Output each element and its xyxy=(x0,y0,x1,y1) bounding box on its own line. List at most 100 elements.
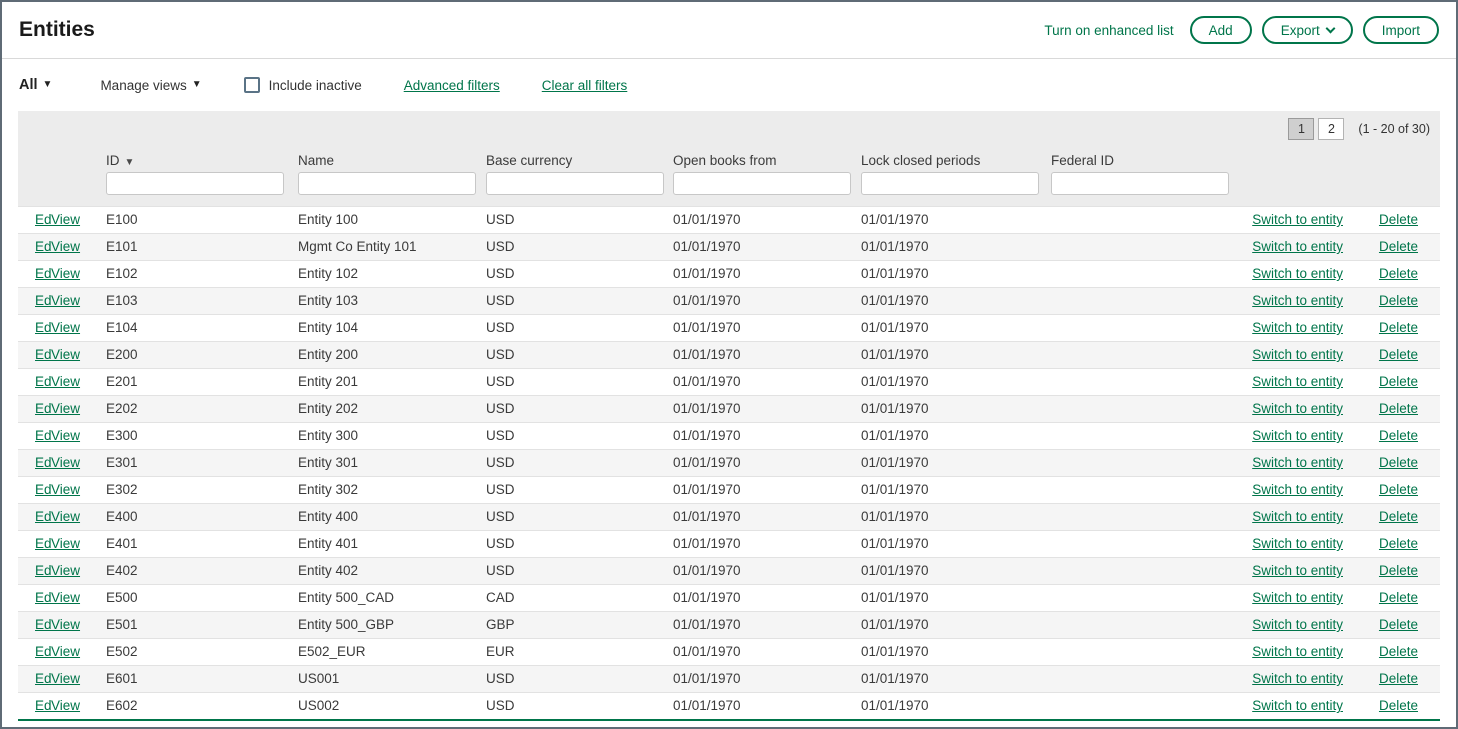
delete-link[interactable]: Delete xyxy=(1379,482,1418,497)
view-link[interactable]: View xyxy=(51,320,80,335)
delete-link[interactable]: Delete xyxy=(1379,644,1418,659)
delete-link[interactable]: Delete xyxy=(1379,671,1418,686)
export-button[interactable]: Export xyxy=(1262,16,1353,44)
clear-all-filters-link[interactable]: Clear all filters xyxy=(542,78,628,93)
view-link[interactable]: View xyxy=(51,644,80,659)
view-link[interactable]: View xyxy=(51,374,80,389)
delete-link[interactable]: Delete xyxy=(1379,698,1418,713)
edit-link[interactable]: Edit xyxy=(35,428,51,443)
edit-link[interactable]: Edit xyxy=(35,401,51,416)
switch-to-entity-link[interactable]: Switch to entity xyxy=(1252,239,1343,254)
page-button-1[interactable]: 1 xyxy=(1288,118,1314,140)
view-link[interactable]: View xyxy=(51,266,80,281)
view-selector-dropdown[interactable]: All ▼ xyxy=(19,77,52,93)
switch-to-entity-link[interactable]: Switch to entity xyxy=(1252,590,1343,605)
edit-link[interactable]: Edit xyxy=(35,239,51,254)
enhanced-list-link[interactable]: Turn on enhanced list xyxy=(1044,23,1173,38)
view-link[interactable]: View xyxy=(51,428,80,443)
manage-views-dropdown[interactable]: Manage views ▼ xyxy=(100,78,201,93)
delete-link[interactable]: Delete xyxy=(1379,509,1418,524)
edit-link[interactable]: Edit xyxy=(35,212,51,227)
delete-link[interactable]: Delete xyxy=(1379,239,1418,254)
delete-link[interactable]: Delete xyxy=(1379,347,1418,362)
column-header-id[interactable]: ID▼ xyxy=(106,146,298,172)
filter-input-id[interactable] xyxy=(106,172,284,195)
delete-link[interactable]: Delete xyxy=(1379,590,1418,605)
switch-to-entity-link[interactable]: Switch to entity xyxy=(1252,293,1343,308)
view-link[interactable]: View xyxy=(51,563,80,578)
page-button-2[interactable]: 2 xyxy=(1318,118,1344,140)
delete-link[interactable]: Delete xyxy=(1379,563,1418,578)
view-link[interactable]: View xyxy=(51,212,80,227)
edit-link[interactable]: Edit xyxy=(35,482,51,497)
edit-link[interactable]: Edit xyxy=(35,671,51,686)
switch-to-entity-link[interactable]: Switch to entity xyxy=(1252,698,1343,713)
switch-to-entity-link[interactable]: Switch to entity xyxy=(1252,536,1343,551)
delete-link[interactable]: Delete xyxy=(1379,293,1418,308)
switch-to-entity-link[interactable]: Switch to entity xyxy=(1252,482,1343,497)
edit-link[interactable]: Edit xyxy=(35,347,51,362)
view-link[interactable]: View xyxy=(51,293,80,308)
switch-to-entity-link[interactable]: Switch to entity xyxy=(1252,428,1343,443)
edit-link[interactable]: Edit xyxy=(35,536,51,551)
edit-link[interactable]: Edit xyxy=(35,266,51,281)
edit-link[interactable]: Edit xyxy=(35,374,51,389)
include-inactive-checkbox[interactable] xyxy=(244,77,260,93)
filter-input-lock-closed-periods[interactable] xyxy=(861,172,1039,195)
edit-link[interactable]: Edit xyxy=(35,455,51,470)
add-button[interactable]: Add xyxy=(1190,16,1252,44)
delete-link[interactable]: Delete xyxy=(1379,536,1418,551)
filter-input-open-books-from[interactable] xyxy=(673,172,851,195)
edit-link[interactable]: Edit xyxy=(35,563,51,578)
delete-link[interactable]: Delete xyxy=(1379,320,1418,335)
view-link[interactable]: View xyxy=(51,401,80,416)
switch-to-entity-link[interactable]: Switch to entity xyxy=(1252,563,1343,578)
switch-to-entity-link[interactable]: Switch to entity xyxy=(1252,455,1343,470)
column-header-name[interactable]: Name xyxy=(298,146,486,172)
view-link[interactable]: View xyxy=(51,698,80,713)
edit-link[interactable]: Edit xyxy=(35,698,51,713)
column-header-open-books-from[interactable]: Open books from xyxy=(673,146,861,172)
edit-link[interactable]: Edit xyxy=(35,509,51,524)
edit-link[interactable]: Edit xyxy=(35,293,51,308)
switch-to-entity-link[interactable]: Switch to entity xyxy=(1252,347,1343,362)
delete-link[interactable]: Delete xyxy=(1379,374,1418,389)
switch-to-entity-link[interactable]: Switch to entity xyxy=(1252,671,1343,686)
switch-to-entity-link[interactable]: Switch to entity xyxy=(1252,509,1343,524)
view-link[interactable]: View xyxy=(51,239,80,254)
edit-link[interactable]: Edit xyxy=(35,590,51,605)
view-link[interactable]: View xyxy=(51,509,80,524)
switch-to-entity-link[interactable]: Switch to entity xyxy=(1252,212,1343,227)
switch-to-entity-link[interactable]: Switch to entity xyxy=(1252,644,1343,659)
edit-link[interactable]: Edit xyxy=(35,617,51,632)
filter-input-base-currency[interactable] xyxy=(486,172,664,195)
column-header-federal-id[interactable]: Federal ID xyxy=(1051,146,1201,172)
switch-to-entity-link[interactable]: Switch to entity xyxy=(1252,617,1343,632)
switch-to-entity-link[interactable]: Switch to entity xyxy=(1252,266,1343,281)
delete-link[interactable]: Delete xyxy=(1379,266,1418,281)
advanced-filters-link[interactable]: Advanced filters xyxy=(404,78,500,93)
edit-link[interactable]: Edit xyxy=(35,320,51,335)
delete-link[interactable]: Delete xyxy=(1379,455,1418,470)
view-link[interactable]: View xyxy=(51,347,80,362)
switch-to-entity-link[interactable]: Switch to entity xyxy=(1252,320,1343,335)
delete-link[interactable]: Delete xyxy=(1379,617,1418,632)
view-link[interactable]: View xyxy=(51,671,80,686)
view-link[interactable]: View xyxy=(51,482,80,497)
view-link[interactable]: View xyxy=(51,455,80,470)
delete-link[interactable]: Delete xyxy=(1379,401,1418,416)
edit-cell: Edit xyxy=(18,449,51,476)
edit-link[interactable]: Edit xyxy=(35,644,51,659)
view-link[interactable]: View xyxy=(51,590,80,605)
column-header-lock-closed-periods[interactable]: Lock closed periods xyxy=(861,146,1051,172)
filter-input-federal-id[interactable] xyxy=(1051,172,1229,195)
view-link[interactable]: View xyxy=(51,536,80,551)
switch-to-entity-link[interactable]: Switch to entity xyxy=(1252,401,1343,416)
import-button[interactable]: Import xyxy=(1363,16,1439,44)
column-header-base-currency[interactable]: Base currency xyxy=(486,146,673,172)
delete-link[interactable]: Delete xyxy=(1379,212,1418,227)
filter-input-name[interactable] xyxy=(298,172,476,195)
delete-link[interactable]: Delete xyxy=(1379,428,1418,443)
view-link[interactable]: View xyxy=(51,617,80,632)
switch-to-entity-link[interactable]: Switch to entity xyxy=(1252,374,1343,389)
